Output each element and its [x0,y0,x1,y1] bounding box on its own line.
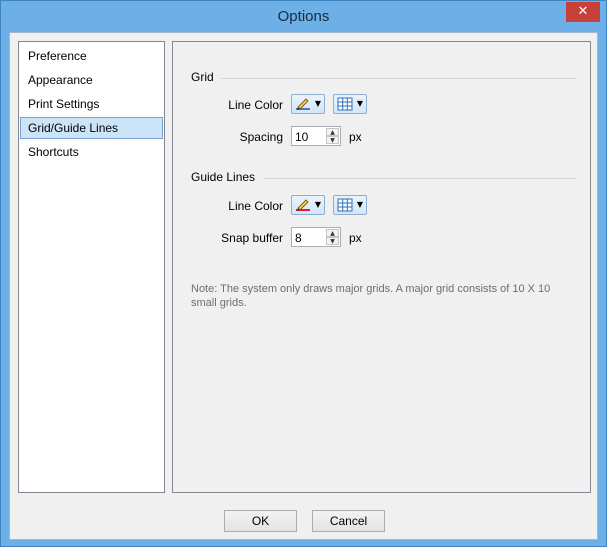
grid-section-divider [221,78,576,79]
options-window: Options ✕ Preference Appearance Print Se… [0,0,607,547]
guide-pen-color-button[interactable]: ▼ [291,195,325,215]
grid-spacing-value[interactable]: 10 [295,130,308,144]
chevron-down-icon: ▼ [356,99,363,108]
chevron-down-icon: ▼ [314,200,321,209]
guide-section-title: Guide Lines [191,170,256,184]
cancel-button[interactable]: Cancel [312,510,385,532]
chevron-down-icon: ▼ [314,99,321,108]
grid-spacing-unit: px [349,130,362,144]
window-title: Options [277,8,330,25]
spin-up-icon[interactable]: ▲ [326,229,339,237]
snap-buffer-label: Snap buffer [221,231,283,245]
nav-item-print-settings[interactable]: Print Settings [20,93,163,115]
snap-buffer-stepper[interactable]: 8 ▲ ▼ [291,227,341,247]
client-area: Preference Appearance Print Settings Gri… [9,32,598,540]
grid-spacing-label: Spacing [239,130,283,144]
snap-buffer-unit: px [349,231,362,245]
grid-line-color-label: Line Color [228,98,283,112]
spin-down-icon[interactable]: ▼ [326,136,339,144]
pencil-icon [296,199,310,211]
guide-section-divider [263,178,576,179]
pencil-icon [296,98,310,110]
grid-note: Note: The system only draws major grids.… [191,283,551,309]
grid-pen-color-button[interactable]: ▼ [291,94,325,114]
guide-style-button[interactable]: ▼ [333,195,367,215]
nav-item-preference[interactable]: Preference [20,45,163,67]
grid-section-title: Grid [191,70,214,84]
nav-item-grid-guide-lines[interactable]: Grid/Guide Lines [20,117,163,139]
guide-line-color-label: Line Color [228,199,283,213]
ok-button[interactable]: OK [224,510,297,532]
snap-buffer-value[interactable]: 8 [295,231,302,245]
spin-down-icon[interactable]: ▼ [326,237,339,245]
nav-item-shortcuts[interactable]: Shortcuts [20,141,163,163]
grid-style-button[interactable]: ▼ [333,94,367,114]
settings-panel: Grid Line Color ▼ ▼ Spacing 10 ▲ ▼ px Gu… [172,41,591,493]
spin-up-icon[interactable]: ▲ [326,128,339,136]
nav-item-appearance[interactable]: Appearance [20,69,163,91]
chevron-down-icon: ▼ [356,200,363,209]
close-button[interactable]: ✕ [566,2,600,22]
category-list: Preference Appearance Print Settings Gri… [18,41,165,493]
grid-icon [337,97,353,111]
title-bar: Options ✕ [1,1,606,32]
grid-icon [337,198,353,212]
grid-spacing-stepper[interactable]: 10 ▲ ▼ [291,126,341,146]
